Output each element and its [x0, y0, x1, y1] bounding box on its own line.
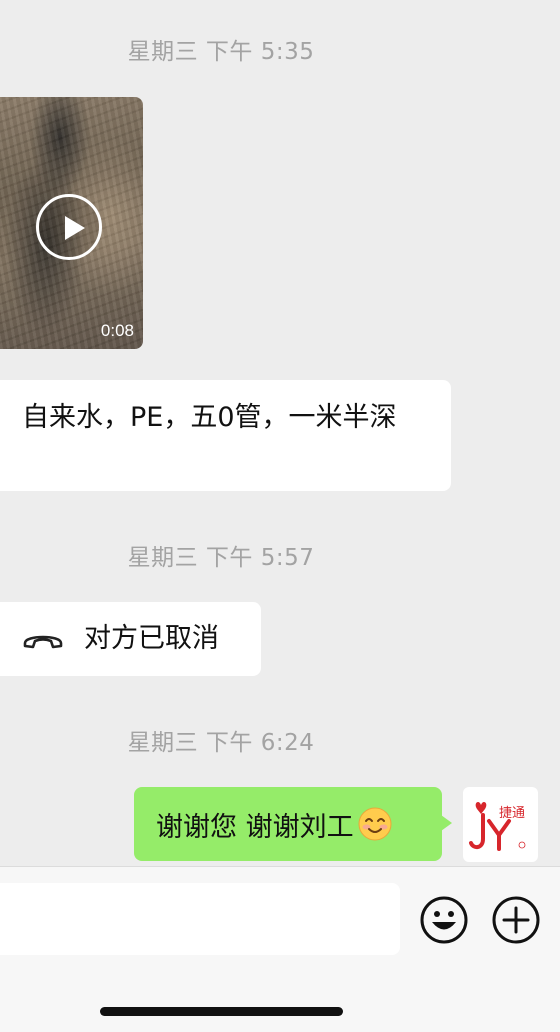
message-text: 谢谢您 谢谢刘工 [156, 811, 354, 843]
call-status-label: 对方已取消 [84, 623, 219, 654]
smile-emoji-icon [358, 807, 392, 841]
timestamp: 星期三 下午 5:57 [127, 545, 315, 571]
message-input[interactable] [0, 883, 400, 955]
home-indicator [100, 1007, 343, 1016]
emoji-face-icon[interactable] [419, 895, 469, 945]
play-icon[interactable] [36, 194, 102, 260]
company-logo-icon: 捷通 [469, 802, 526, 851]
timestamp: 星期三 下午 5:35 [127, 39, 315, 65]
input-bar [0, 866, 560, 1032]
call-record-message[interactable]: 对方已取消 [0, 602, 261, 676]
video-duration: 0:08 [100, 321, 134, 340]
video-message[interactable]: 0:08 [0, 97, 143, 349]
logo-text: 捷通 [499, 806, 525, 821]
plus-circle-icon[interactable] [491, 895, 541, 945]
message-text: 自来水，PE，五0管，一米半深 [22, 402, 397, 433]
avatar[interactable]: 捷通 [463, 787, 538, 862]
phone-hangup-icon [23, 635, 63, 649]
timestamp: 星期三 下午 6:24 [127, 730, 315, 756]
sent-text-message[interactable]: 谢谢您 谢谢刘工 [134, 787, 452, 861]
received-text-message[interactable]: 自来水，PE，五0管，一米半深 [0, 380, 451, 491]
